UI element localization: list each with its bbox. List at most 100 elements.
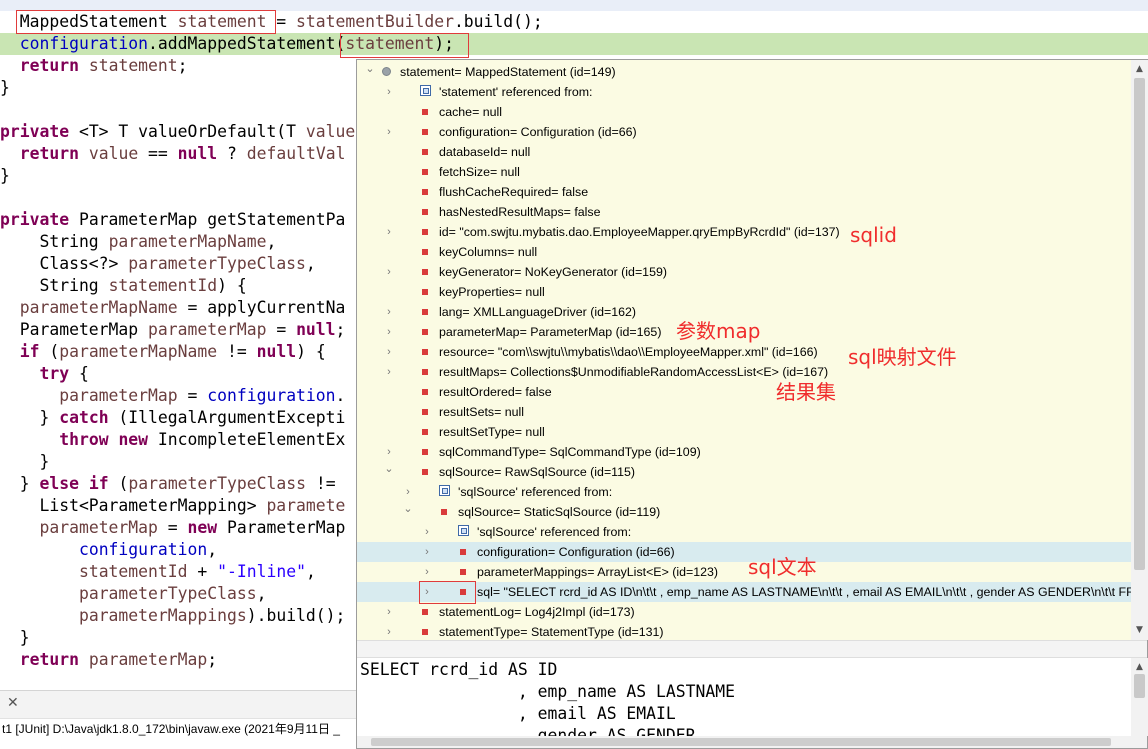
tree-vertical-scrollbar[interactable]: ▲ ▼: [1131, 60, 1148, 640]
detail-scroll-thumb[interactable]: [1134, 674, 1145, 698]
code-token: MappedStatement: [0, 12, 178, 31]
variable-inspect-popup[interactable]: ⌄ statement= MappedStatement (id=149) › 'st…: [356, 59, 1148, 749]
expand-closed-icon[interactable]: ›: [422, 522, 432, 542]
tree-row[interactable]: › statementLog= Log4j2Impl (id=173): [357, 602, 1131, 622]
code-token: (: [39, 342, 60, 361]
tree-row-label: resultSetType= null: [439, 425, 545, 439]
tree-row[interactable]: flushCacheRequired= false: [357, 182, 1131, 202]
field-icon: [422, 189, 428, 195]
close-icon[interactable]: ✕: [7, 695, 19, 711]
tree-row[interactable]: cache= null: [357, 102, 1131, 122]
expand-open-icon[interactable]: ⌄: [403, 499, 413, 519]
field-icon: [422, 369, 428, 375]
expand-closed-icon[interactable]: ›: [384, 322, 394, 342]
tree-row-label: statementType= StatementType (id=131): [439, 625, 664, 639]
code-token: parameterMapName: [108, 232, 267, 251]
code-token: ,: [266, 232, 277, 251]
expand-closed-icon[interactable]: ›: [384, 622, 394, 640]
tree-row-label: sqlSource= RawSqlSource (id=115): [439, 465, 636, 479]
tree-row-label: statement= MappedStatement (id=149): [400, 65, 616, 79]
tree-row-label: keyProperties= null: [439, 285, 545, 299]
tree-row-label: sqlSource= StaticSqlSource (id=119): [458, 505, 661, 519]
code-token: }: [0, 452, 50, 471]
expand-closed-icon[interactable]: ›: [384, 122, 394, 142]
tree-row-label: id= "com.swjtu.mybatis.dao.EmployeeMappe…: [439, 225, 840, 239]
expand-closed-icon[interactable]: ›: [384, 302, 394, 322]
tree-scroll-thumb[interactable]: [1134, 78, 1145, 570]
detail-hscroll-thumb[interactable]: [371, 738, 1111, 746]
tree-row[interactable]: hasNestedResultMaps= false: [357, 202, 1131, 222]
tree-row[interactable]: › sql= "SELECT rcrd_id AS ID\n\t\t , emp_…: [357, 582, 1131, 602]
code-token: value: [88, 144, 139, 163]
tree-row[interactable]: › parameterMappings= ArrayList<E> (id=123…: [357, 562, 1131, 582]
expand-closed-icon[interactable]: ›: [422, 562, 432, 582]
code-token: ) {: [296, 342, 326, 361]
code-token: null: [177, 144, 218, 163]
expand-closed-icon[interactable]: ›: [384, 602, 394, 622]
detail-text-line: , emp_name AS LASTNAME: [360, 682, 735, 701]
code-token: }: [0, 628, 30, 647]
field-icon: [460, 569, 466, 575]
sash-divider[interactable]: [357, 640, 1147, 658]
tree-row[interactable]: › keyGenerator= NoKeyGenerator (id=159): [357, 262, 1131, 282]
annotation-result-set: 结果集: [776, 380, 836, 404]
expand-closed-icon[interactable]: ›: [384, 82, 394, 102]
detail-vertical-scrollbar[interactable]: ▲: [1131, 658, 1148, 736]
code-token: statementId: [108, 276, 218, 295]
annotation-sql-text: sql文本: [748, 555, 817, 579]
expand-closed-icon[interactable]: ›: [384, 342, 394, 362]
tree-row[interactable]: › sqlCommandType= SqlCommandType (id=109): [357, 442, 1131, 462]
variable-tree[interactable]: ⌄ statement= MappedStatement (id=149) › 'st…: [357, 60, 1131, 640]
tree-row[interactable]: › resource= "com\\swjtu\\mybatis\\dao\\Em…: [357, 342, 1131, 362]
expand-open-icon[interactable]: ⌄: [365, 60, 375, 79]
tree-row-label: parameterMappings= ArrayList<E> (id=123): [477, 565, 719, 579]
tree-row[interactable]: databaseId= null: [357, 142, 1131, 162]
tree-row[interactable]: ⌄ sqlSource= StaticSqlSource (id=119): [357, 502, 1131, 522]
code-token: String: [0, 276, 109, 295]
expand-open-icon[interactable]: ⌄: [384, 459, 394, 479]
expand-closed-icon[interactable]: ›: [384, 362, 394, 382]
detail-scroll-up-icon[interactable]: ▲: [1131, 660, 1148, 674]
detail-horizontal-scrollbar[interactable]: [357, 736, 1147, 748]
expand-closed-icon[interactable]: ›: [422, 542, 432, 562]
expand-closed-icon[interactable]: ›: [422, 582, 432, 602]
code-token: new: [187, 518, 218, 537]
tree-row[interactable]: ⌄ statement= MappedStatement (id=149): [357, 62, 1131, 82]
tree-row[interactable]: keyProperties= null: [357, 282, 1131, 302]
detail-pane[interactable]: SELECT rcrd_id AS ID , emp_name AS LASTN…: [357, 658, 1131, 736]
scroll-down-icon[interactable]: ▼: [1131, 623, 1148, 637]
tree-row-label: resource= "com\\swjtu\\mybatis\\dao\\Emp…: [439, 345, 818, 359]
field-icon: [422, 209, 428, 215]
tree-row[interactable]: › resultMaps= Collections$UnmodifiableRan…: [357, 362, 1131, 382]
tree-row[interactable]: › configuration= Configuration (id=66): [357, 542, 1131, 562]
tree-row[interactable]: ›'sqlSource' referenced from:: [357, 482, 1131, 502]
tree-row-label: keyColumns= null: [439, 245, 538, 259]
code-line[interactable]: configuration.addMappedStatement(stateme…: [0, 33, 1148, 55]
tree-row[interactable]: › id= "com.swjtu.mybatis.dao.EmployeeMapp…: [357, 222, 1131, 242]
tree-row[interactable]: resultSets= null: [357, 402, 1131, 422]
tree-row[interactable]: ›'sqlSource' referenced from:: [357, 522, 1131, 542]
code-token: =: [177, 386, 208, 405]
tree-row[interactable]: keyColumns= null: [357, 242, 1131, 262]
expand-closed-icon[interactable]: ›: [384, 222, 394, 242]
field-icon: [422, 249, 428, 255]
tree-row[interactable]: › 'statement' referenced from:: [357, 82, 1131, 102]
code-line[interactable]: MappedStatement statement = statementBui…: [0, 11, 1148, 33]
code-token: }: [0, 408, 60, 427]
tree-row[interactable]: resultSetType= null: [357, 422, 1131, 442]
tree-row[interactable]: fetchSize= null: [357, 162, 1131, 182]
code-token: paramete: [266, 496, 346, 515]
code-token: statementBuilder: [296, 12, 454, 31]
tree-row[interactable]: › configuration= Configuration (id=66): [357, 122, 1131, 142]
expand-closed-icon[interactable]: ›: [384, 262, 394, 282]
tree-row[interactable]: ⌄ sqlSource= RawSqlSource (id=115): [357, 462, 1131, 482]
code-token: parameterMap: [148, 320, 267, 339]
code-token: configuration: [207, 386, 336, 405]
tree-row[interactable]: › statementType= StatementType (id=131): [357, 622, 1131, 640]
tree-row[interactable]: resultOrdered= false: [357, 382, 1131, 402]
scroll-up-icon[interactable]: ▲: [1131, 62, 1148, 76]
